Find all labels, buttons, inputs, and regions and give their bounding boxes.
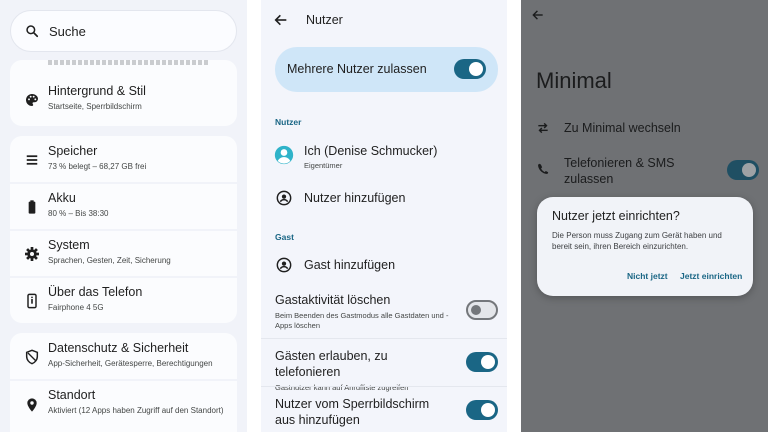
settings-item-subtitle: Fairphone 4 5G bbox=[48, 303, 104, 312]
search-bar[interactable]: Suche bbox=[10, 10, 237, 52]
swap-arrows-icon bbox=[538, 122, 548, 134]
add-user-row[interactable]: Nutzer hinzufügen bbox=[261, 182, 507, 214]
section-header-guest: Gast bbox=[275, 232, 294, 242]
allow-multiple-users-card[interactable]: Mehrere Nutzer zulassen bbox=[275, 47, 498, 92]
back-arrow-icon[interactable] bbox=[273, 12, 289, 28]
not-now-button[interactable]: Nicht jetzt bbox=[627, 271, 668, 281]
storage-icon bbox=[24, 152, 40, 168]
owner-role: Eigentümer bbox=[304, 161, 343, 170]
settings-item-system[interactable]: System Sprachen, Gesten, Zeit, Sicherung bbox=[10, 230, 237, 277]
settings-item-title: Hintergrund & Stil bbox=[48, 84, 146, 98]
allow-calls-sms-label: Telefonieren & SMS zulassen bbox=[564, 156, 675, 186]
top-app-bar: Nutzer bbox=[261, 0, 507, 40]
phone-icon bbox=[24, 293, 40, 309]
settings-item-title: Akku bbox=[48, 191, 76, 205]
settings-card-device: Speicher 73 % belegt – 68,27 GB frei Akk… bbox=[10, 136, 237, 323]
minimal-panel: Minimal Zu Minimal wechseln Telefonieren… bbox=[521, 0, 768, 432]
allow-multiple-users-label: Mehrere Nutzer zulassen bbox=[287, 62, 427, 76]
settings-item-subtitle: App-Sicherheit, Gerätesperre, Berechtigu… bbox=[48, 359, 213, 368]
gear-icon bbox=[24, 246, 40, 262]
add-users-from-lockscreen-option[interactable]: Nutzer vom Sperrbildschirm aus hinzufüge… bbox=[275, 396, 450, 428]
clear-guest-activity-switch[interactable] bbox=[466, 300, 498, 320]
settings-item-subtitle: Aktiviert (12 Apps haben Zugriff auf den… bbox=[48, 406, 224, 415]
settings-card-privacy: Datenschutz & Sicherheit App-Sicherheit,… bbox=[10, 333, 237, 432]
settings-item-title: Standort bbox=[48, 388, 96, 402]
clear-guest-activity-title: Gastaktivität löschen bbox=[275, 293, 391, 307]
clipped-text-fragment bbox=[48, 60, 208, 65]
switch-to-minimal-label: Zu Minimal wechseln bbox=[564, 121, 681, 135]
dialog-title: Nutzer jetzt einrichten? bbox=[552, 209, 680, 223]
settings-panel: Suche Hintergrund & Stil Startseite, Spe… bbox=[0, 0, 247, 432]
settings-item-subtitle: 73 % belegt – 68,27 GB frei bbox=[48, 162, 147, 171]
shield-icon bbox=[24, 349, 40, 365]
settings-item-about-phone[interactable]: Über das Telefon Fairphone 4 5G bbox=[10, 277, 237, 323]
allow-multiple-users-switch[interactable] bbox=[454, 59, 486, 79]
divider bbox=[261, 338, 507, 339]
settings-item-privacy[interactable]: Datenschutz & Sicherheit App-Sicherheit,… bbox=[10, 333, 237, 380]
search-icon bbox=[26, 25, 39, 38]
settings-item-title: Datenschutz & Sicherheit bbox=[48, 341, 189, 355]
settings-item-subtitle: Startseite, Sperrbildschirm bbox=[48, 102, 142, 111]
guest-calls-subtitle: Gastnutzer kann auf Anrufliste zugreifen bbox=[275, 383, 409, 392]
phone-call-icon bbox=[538, 163, 549, 174]
settings-item-location[interactable]: Standort Aktiviert (12 Apps haben Zugrif… bbox=[10, 380, 237, 432]
add-guest-row[interactable]: Gast hinzufügen bbox=[261, 249, 507, 281]
add-users-from-lockscreen-switch[interactable] bbox=[466, 400, 498, 420]
users-panel: Nutzer Mehrere Nutzer zulassen Nutzer Ic… bbox=[261, 0, 507, 432]
add-users-from-lockscreen-title: Nutzer vom Sperrbildschirm aus hinzufüge… bbox=[275, 397, 430, 427]
setup-user-dialog: Nutzer jetzt einrichten? Die Person muss… bbox=[537, 197, 753, 296]
page-title: Nutzer bbox=[306, 13, 343, 27]
settings-item-title: Über das Telefon bbox=[48, 285, 143, 299]
owner-user-row[interactable]: Ich (Denise Schmucker) Eigentümer bbox=[261, 136, 507, 176]
settings-item-title: Speicher bbox=[48, 144, 98, 158]
settings-item-wallpaper[interactable]: Hintergrund & Stil Startseite, Sperrbild… bbox=[10, 76, 237, 123]
dialog-body: Die Person muss Zugang zum Gerät haben u… bbox=[552, 231, 722, 251]
palette-icon bbox=[24, 92, 40, 108]
section-header-users: Nutzer bbox=[275, 117, 302, 127]
add-guest-icon bbox=[276, 257, 292, 273]
clear-guest-activity-option[interactable]: Gastaktivität löschen Beim Beenden des G… bbox=[275, 292, 450, 331]
location-icon bbox=[24, 397, 40, 413]
back-arrow-icon[interactable] bbox=[531, 8, 545, 22]
avatar-icon bbox=[274, 145, 294, 165]
page-title: Minimal bbox=[536, 68, 612, 93]
battery-icon bbox=[24, 199, 40, 215]
settings-item-battery[interactable]: Akku 80 % – Bis 38:30 bbox=[10, 183, 237, 230]
guest-calls-title: Gästen erlauben, zu telefonieren bbox=[275, 349, 388, 379]
settings-item-subtitle: 80 % – Bis 38:30 bbox=[48, 209, 109, 218]
add-person-icon bbox=[276, 190, 292, 206]
divider bbox=[261, 386, 507, 387]
setup-now-button[interactable]: Jetzt einrichten bbox=[680, 271, 742, 281]
settings-card-display: Hintergrund & Stil Startseite, Sperrbild… bbox=[10, 60, 237, 126]
owner-name: Ich (Denise Schmucker) bbox=[304, 144, 438, 158]
settings-item-title: System bbox=[48, 238, 90, 252]
settings-item-storage[interactable]: Speicher 73 % belegt – 68,27 GB frei bbox=[10, 136, 237, 183]
search-label: Suche bbox=[49, 23, 86, 39]
add-guest-label: Gast hinzufügen bbox=[304, 258, 396, 272]
add-user-label: Nutzer hinzufügen bbox=[304, 191, 406, 205]
clear-guest-activity-subtitle: Beim Beenden des Gastmodus alle Gastdate… bbox=[275, 311, 449, 330]
guest-calls-switch[interactable] bbox=[466, 352, 498, 372]
settings-item-subtitle: Sprachen, Gesten, Zeit, Sicherung bbox=[48, 256, 171, 265]
allow-calls-sms-switch[interactable] bbox=[727, 160, 759, 180]
switch-to-minimal-row[interactable]: Zu Minimal wechseln bbox=[521, 118, 768, 138]
